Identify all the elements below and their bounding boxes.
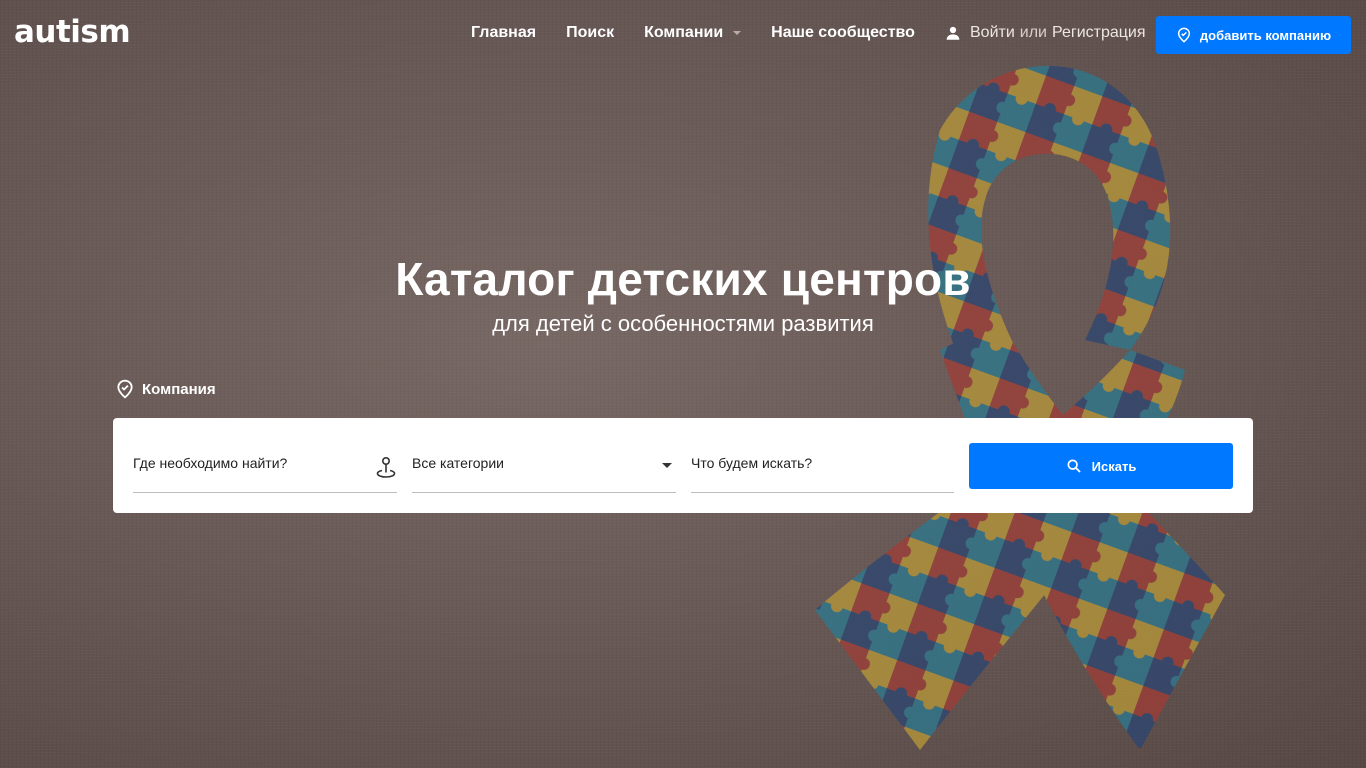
nav-item-search[interactable]: Поиск [566,24,614,42]
nav-item-label: Главная [471,24,537,41]
search-button[interactable]: Искать [969,443,1233,489]
register-link[interactable]: Регистрация [1052,24,1146,42]
category-value: Все категории [412,455,504,471]
main-nav: Главная Поиск Компании Наше сообщество [471,24,945,42]
site-logo[interactable]: autism [14,14,131,50]
nav-item-companies[interactable]: Компании [644,24,742,42]
login-link[interactable]: Войти [970,24,1015,42]
nav-item-label: Компании [644,24,724,41]
keyword-placeholder: Что будем искать? [691,455,813,471]
search-button-label: Искать [1091,458,1137,474]
tab-company[interactable]: Компания [115,378,216,400]
tab-company-label: Компания [142,380,216,398]
nav-item-label: Наше сообщество [771,24,915,41]
category-select[interactable]: Все категории [412,443,676,493]
site-header: autism Главная Поиск Компании Наше сообщ… [0,0,1366,70]
chevron-down-icon [662,463,672,468]
location-placeholder: Где необходимо найти? [133,455,288,471]
search-icon [1067,459,1081,473]
location-check-icon [117,379,133,399]
add-company-button[interactable]: добавить компанию [1156,16,1351,54]
auth-links: Войти или Регистрация [944,24,1146,42]
nav-item-home[interactable]: Главная [471,24,536,42]
pin-icon[interactable] [375,456,397,480]
search-panel: Где необходимо найти? Все категории Что … [113,418,1253,513]
user-icon [946,26,960,40]
chevron-down-icon [733,31,742,35]
keyword-input[interactable]: Что будем искать? [691,443,954,493]
nav-item-community[interactable]: Наше сообщество [771,24,915,42]
location-check-icon [1177,27,1190,43]
nav-item-label: Поиск [566,24,615,41]
hero-subtitle: для детей с особенностями развития [492,311,874,336]
auth-separator: или [1019,24,1047,41]
location-input[interactable]: Где необходимо найти? [133,443,397,493]
hero-title: Каталог детских центров [395,253,971,305]
add-company-label: добавить компанию [1199,27,1332,43]
